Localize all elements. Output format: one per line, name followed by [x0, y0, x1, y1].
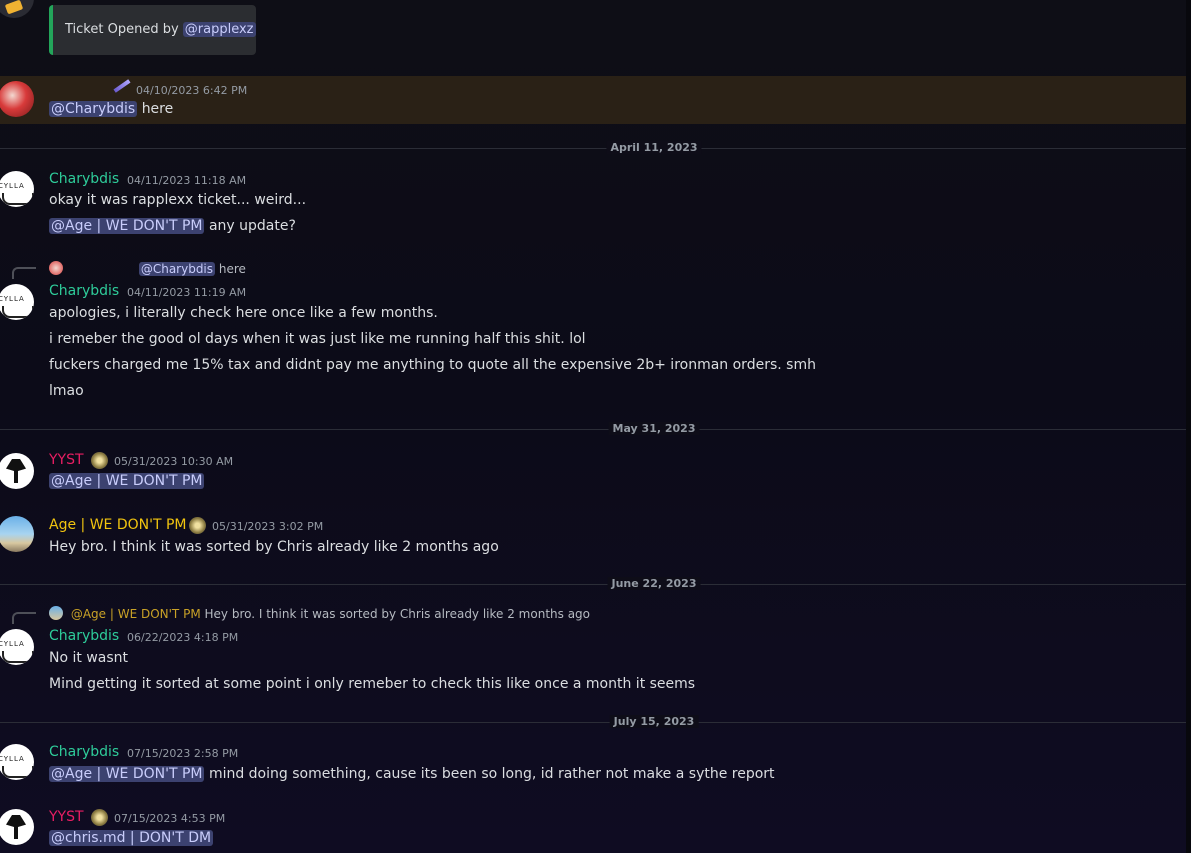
date-divider: May 31, 2023: [608, 422, 700, 435]
ticket-bot-avatar[interactable]: [0, 0, 34, 18]
reply-text[interactable]: Hey bro. I think it was sorted by Chris …: [205, 607, 591, 621]
message-3: @Charybdis here CYLLA Charybdis 04/11/20…: [0, 258, 1186, 408]
message-1: 04/10/2023 6:42 PM @Charybdis here: [0, 76, 1186, 124]
avatar[interactable]: [0, 453, 34, 489]
avatar[interactable]: [0, 81, 34, 117]
ticket-icon: [4, 0, 24, 15]
sword-icon: [113, 79, 131, 93]
date-divider-line: [0, 584, 1186, 585]
message-line: i remeber the good ol days when it was j…: [49, 331, 586, 347]
avatar-label: CYLLA: [0, 182, 25, 190]
avatar-label: CYLLA: [0, 295, 25, 303]
message-line: fuckers charged me 15% tax and didnt pay…: [49, 357, 816, 373]
reply-text[interactable]: here: [219, 262, 246, 276]
embed-text: Ticket Opened by: [65, 22, 179, 37]
mention[interactable]: @Age | WE DON'T PM: [49, 766, 205, 782]
message-5: Age | WE DON'T PM 05/31/2023 3:02 PM Hey…: [0, 513, 1186, 561]
message-text: any update?: [208, 218, 296, 234]
avatar-label: CYLLA: [0, 755, 25, 763]
date-divider-line: [0, 148, 1186, 149]
mention[interactable]: @Charybdis: [49, 101, 138, 117]
mention[interactable]: @chris.md | DON'T DM: [49, 830, 214, 846]
ticket-embed: Ticket Opened by @rapplexz: [49, 5, 256, 55]
badge-icon: [189, 517, 206, 534]
date-divider: June 22, 2023: [607, 577, 701, 590]
axe-icon: [6, 459, 26, 483]
mention[interactable]: @Age | WE DON'T PM: [49, 473, 205, 489]
message-line: Mind getting it sorted at some point i o…: [49, 676, 696, 692]
author-name-hidden[interactable]: [49, 82, 109, 96]
badge-icon: [91, 809, 108, 826]
avatar[interactable]: [0, 516, 34, 552]
reply-avatar[interactable]: [49, 606, 63, 620]
message-text: Hey bro. I think it was sorted by Chris …: [49, 539, 499, 555]
date-divider: July 15, 2023: [609, 715, 699, 728]
avatar[interactable]: CYLLA: [0, 629, 34, 665]
axe-icon: [6, 815, 26, 839]
author-name[interactable]: Charybdis: [49, 744, 119, 760]
message-line: lmao: [49, 383, 84, 399]
timestamp: 05/31/2023 3:02 PM: [212, 520, 324, 533]
reply-connector: [12, 267, 36, 279]
message-line: No it wasnt: [49, 650, 129, 666]
avatar[interactable]: CYLLA: [0, 171, 34, 207]
message-text: here: [141, 101, 174, 117]
scrollbar-track[interactable]: [1186, 0, 1191, 853]
timestamp: 04/11/2023 11:18 AM: [127, 174, 247, 187]
embed-mention[interactable]: @rapplexz: [182, 22, 256, 37]
timestamp: 05/31/2023 10:30 AM: [114, 455, 234, 468]
message-6: @Age | WE DON'T PM Hey bro. I think it w…: [0, 603, 1186, 698]
avatar-label: CYLLA: [0, 640, 25, 648]
message-7: CYLLA Charybdis 07/15/2023 2:58 PM @Age …: [0, 741, 1186, 789]
author-name[interactable]: Charybdis: [49, 628, 119, 644]
timestamp: 07/15/2023 4:53 PM: [114, 812, 226, 825]
message-line: apologies, i literally check here once l…: [49, 305, 438, 321]
date-divider: April 11, 2023: [606, 141, 702, 154]
date-divider-line: [0, 722, 1186, 723]
author-name[interactable]: YYST: [49, 809, 84, 825]
message-text: mind doing something, cause its been so …: [208, 766, 775, 782]
avatar[interactable]: CYLLA: [0, 284, 34, 320]
timestamp: 06/22/2023 4:18 PM: [127, 631, 239, 644]
reply-avatar[interactable]: [49, 261, 63, 275]
reply-author[interactable]: @Age | WE DON'T PM: [71, 607, 201, 621]
timestamp: 04/11/2023 11:19 AM: [127, 286, 247, 299]
message-8: YYST 07/15/2023 4:53 PM @chris.md | DON'…: [0, 806, 1186, 853]
reply-mention[interactable]: @Charybdis: [138, 262, 216, 276]
message-line: okay it was rapplexx ticket... weird...: [49, 192, 307, 208]
author-name[interactable]: Age | WE DON'T PM: [49, 517, 186, 533]
author-name[interactable]: YYST: [49, 452, 84, 468]
message-2: CYLLA Charybdis 04/11/2023 11:18 AM okay…: [0, 166, 1186, 246]
date-divider-line: [0, 429, 1186, 430]
author-name[interactable]: Charybdis: [49, 171, 119, 187]
avatar[interactable]: CYLLA: [0, 744, 34, 780]
reply-connector: [12, 612, 36, 624]
message-4: YYST 05/31/2023 10:30 AM @Age | WE DON'T…: [0, 448, 1186, 496]
timestamp: 07/15/2023 2:58 PM: [127, 747, 239, 760]
mention[interactable]: @Age | WE DON'T PM: [49, 218, 205, 234]
author-name[interactable]: Charybdis: [49, 283, 119, 299]
badge-icon: [91, 452, 108, 469]
timestamp: 04/10/2023 6:42 PM: [136, 84, 248, 97]
avatar[interactable]: [0, 809, 34, 845]
